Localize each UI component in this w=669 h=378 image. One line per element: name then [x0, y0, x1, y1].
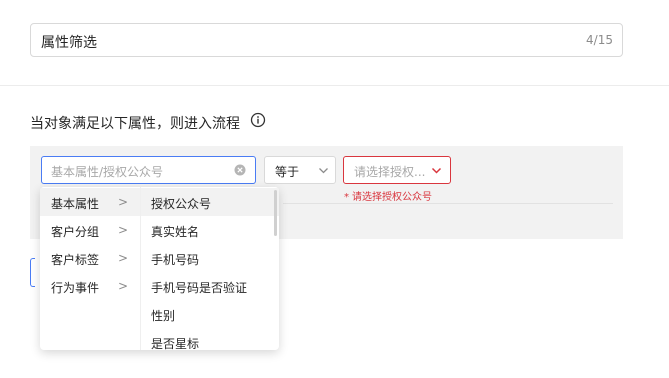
- cascader-category-item[interactable]: 客户分组 >: [40, 216, 140, 244]
- condition-title: 当对象满足以下属性，则进入流程: [30, 116, 240, 132]
- error-message-text: 请选择授权公众号: [352, 192, 432, 203]
- chevron-right-icon: >: [117, 251, 128, 265]
- attribute-select[interactable]: 基本属性/授权公众号: [41, 156, 256, 184]
- cascader-category-label: 客户标签: [51, 253, 100, 267]
- cascader-category-label: 基本属性: [51, 197, 100, 211]
- cascader-option-item[interactable]: 手机号码是否验证: [141, 272, 279, 300]
- name-section: 属性筛选 4/15: [0, 0, 669, 86]
- cascader-option-item[interactable]: 手机号码: [141, 244, 279, 272]
- cascader-category-label: 行为事件: [51, 281, 100, 295]
- cascader-option-item[interactable]: 真实姓名: [141, 216, 279, 244]
- chevron-down-icon: [318, 165, 329, 176]
- info-icon[interactable]: [250, 112, 266, 128]
- cascader-option-label: 手机号码: [151, 253, 200, 267]
- name-input-value: 属性筛选: [41, 35, 97, 51]
- cascader-option-label: 手机号码是否验证: [151, 281, 248, 295]
- cascader-option-item[interactable]: 是否星标: [141, 328, 279, 350]
- cascader-category-column: 基本属性 > 客户分组 > 客户标签 > 行为事件 >: [40, 187, 141, 350]
- chevron-right-icon: >: [117, 195, 128, 209]
- attribute-select-placeholder: 基本属性/授权公众号: [51, 165, 164, 179]
- cascader-scrollbar[interactable]: [274, 190, 277, 236]
- chevron-right-icon: >: [117, 279, 128, 293]
- value-error-message: * 请选择授权公众号: [344, 188, 432, 203]
- chevron-down-icon: [431, 165, 442, 176]
- attribute-cascader-dropdown: 基本属性 > 客户分组 > 客户标签 > 行为事件 > 授权公众号 真实姓名 手…: [40, 187, 279, 350]
- chevron-right-icon: >: [117, 223, 128, 237]
- cascader-option-label: 性别: [151, 309, 176, 323]
- value-select-placeholder: 请选择授权...: [354, 165, 426, 179]
- cascader-option-label: 是否星标: [151, 337, 200, 350]
- clear-icon[interactable]: [234, 164, 246, 176]
- cascader-option-item[interactable]: 授权公众号: [141, 188, 279, 216]
- required-marker: *: [344, 192, 349, 203]
- cascader-option-label: 真实姓名: [151, 225, 200, 239]
- value-select[interactable]: 请选择授权...: [343, 156, 451, 184]
- name-input[interactable]: 属性筛选 4/15: [30, 23, 623, 57]
- cascader-category-label: 客户分组: [51, 225, 100, 239]
- cascader-option-item[interactable]: 性别: [141, 300, 279, 328]
- operator-select[interactable]: 等于: [264, 156, 336, 184]
- name-char-counter: 4/15: [586, 33, 613, 47]
- cascader-option-label: 授权公众号: [151, 197, 212, 211]
- cascader-category-item[interactable]: 客户标签 >: [40, 244, 140, 272]
- add-condition-button[interactable]: [30, 258, 35, 287]
- operator-select-value: 等于: [275, 165, 300, 179]
- panel-divider: [283, 203, 613, 204]
- cascader-category-item[interactable]: 行为事件 >: [40, 272, 140, 300]
- cascader-option-column: 授权公众号 真实姓名 手机号码 手机号码是否验证 性别 是否星标: [141, 187, 279, 350]
- cascader-category-item[interactable]: 基本属性 >: [40, 188, 140, 216]
